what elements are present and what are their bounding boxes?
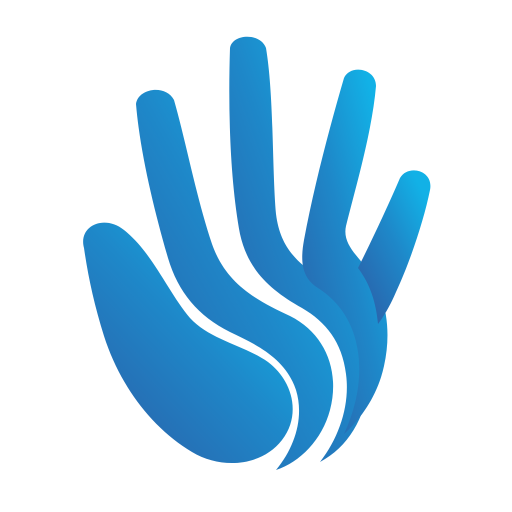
hand-logo-icon (83, 36, 431, 471)
logo-canvas (0, 0, 512, 512)
